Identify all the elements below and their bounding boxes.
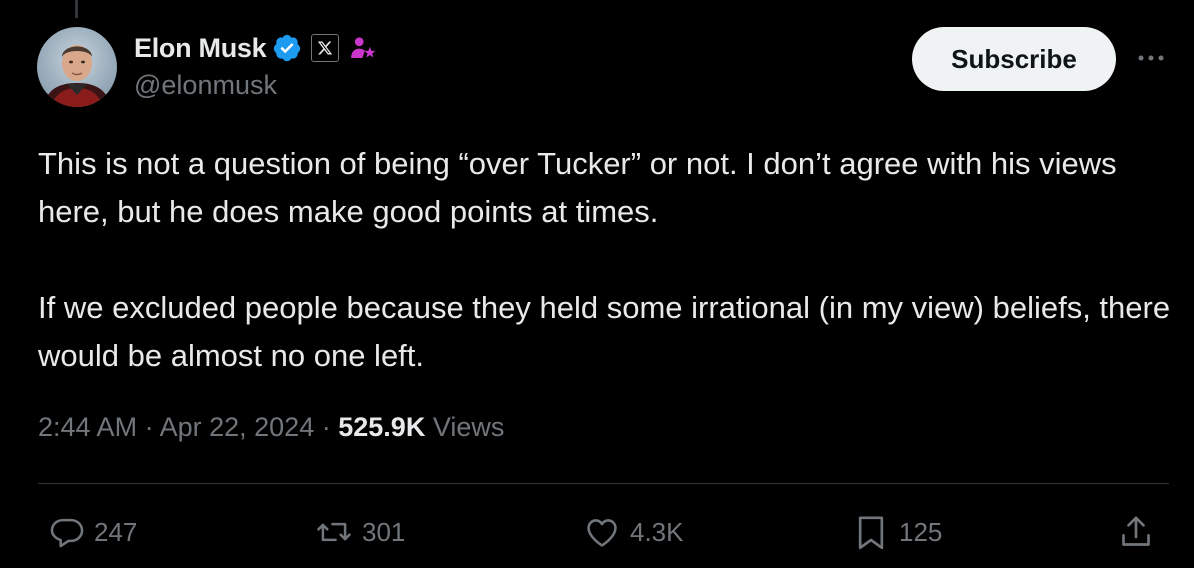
reply-button[interactable]: 247 <box>48 510 137 554</box>
tweet-paragraph: This is not a question of being “over Tu… <box>38 146 1117 229</box>
like-icon <box>582 513 622 551</box>
tweet-date[interactable]: Apr 22, 2024 <box>160 412 315 442</box>
author-handle[interactable]: @elonmusk <box>134 70 277 101</box>
bookmark-count: 125 <box>899 516 943 547</box>
author-display-name[interactable]: Elon Musk <box>134 33 267 64</box>
more-horizontal-icon[interactable] <box>1133 46 1169 70</box>
gift-person-icon[interactable] <box>348 33 378 63</box>
bookmark-icon <box>851 512 891 552</box>
x-logo-icon[interactable] <box>311 34 340 62</box>
divider <box>38 483 1169 484</box>
tweet-time[interactable]: 2:44 AM <box>38 412 137 442</box>
share-icon <box>1116 512 1156 552</box>
like-count: 4.3K <box>630 516 684 547</box>
like-button[interactable]: 4.3K <box>582 510 684 554</box>
author-name-row: Elon Musk <box>134 30 378 66</box>
repost-count: 301 <box>362 516 406 547</box>
tweet-paragraph: If we excluded people because they held … <box>38 290 1171 373</box>
repost-icon <box>314 513 354 551</box>
meta-separator: · <box>144 412 154 442</box>
views-count[interactable]: 525.9K <box>338 412 425 442</box>
views-label[interactable]: Views <box>433 412 505 442</box>
thread-line <box>75 0 78 18</box>
share-button[interactable] <box>1116 510 1156 554</box>
reply-icon <box>48 513 86 551</box>
tweet-meta: 2:44 AM · Apr 22, 2024 · 525.9K Views <box>38 412 504 443</box>
meta-separator: · <box>321 412 331 442</box>
subscribe-button[interactable]: Subscribe <box>912 27 1116 91</box>
tweet-card: Elon Musk @elonmusk Subscribe This is no… <box>0 0 1194 568</box>
repost-button[interactable]: 301 <box>314 510 405 554</box>
bookmark-button[interactable]: 125 <box>851 510 942 554</box>
reply-count: 247 <box>94 516 138 547</box>
tweet-text: This is not a question of being “over Tu… <box>38 140 1178 380</box>
avatar[interactable] <box>37 27 117 107</box>
verified-badge-icon[interactable] <box>272 33 302 63</box>
